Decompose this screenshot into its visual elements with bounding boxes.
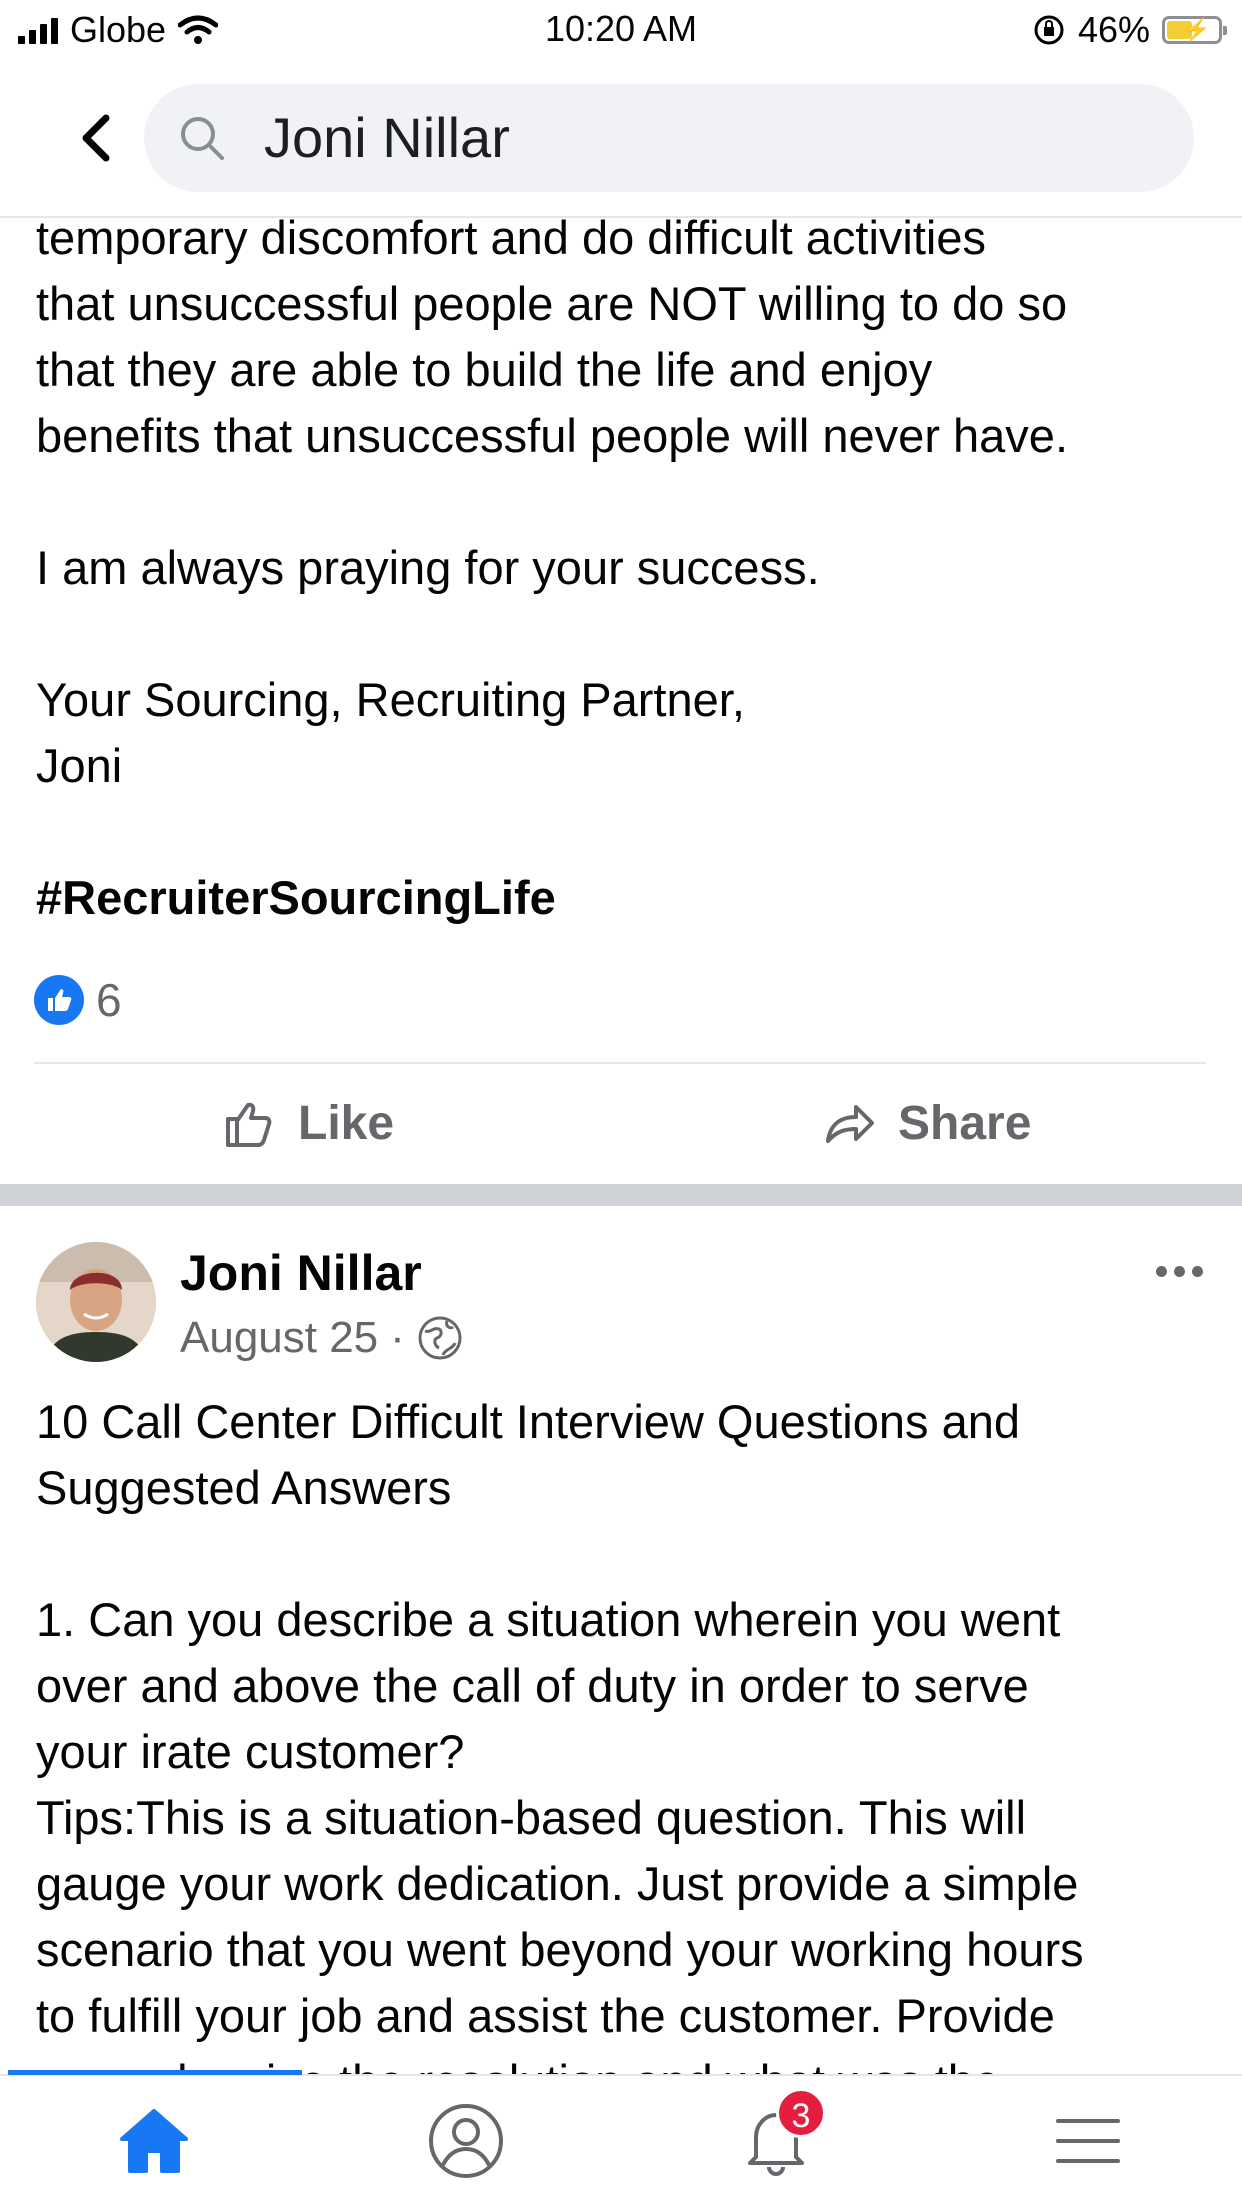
globe-icon [418, 1316, 462, 1360]
avatar[interactable] [36, 1242, 156, 1362]
share-icon [826, 1105, 874, 1143]
back-icon[interactable] [70, 108, 122, 168]
active-tab-indicator [8, 2070, 302, 2075]
post-text-line: 10 Call Center Difficult Interview Quest… [36, 1395, 1020, 1448]
share-label: Share [898, 1096, 1032, 1150]
tab-profile[interactable] [416, 2096, 516, 2186]
status-bar: Globe 10:20 AM 46% ⚡ [0, 0, 1242, 60]
thumbs-up-icon [226, 1102, 272, 1147]
battery-percent: 46% [1077, 9, 1150, 50]
tab-home[interactable] [104, 2096, 204, 2186]
post-text-line: Joni [36, 739, 123, 792]
post-separator [0, 1184, 1242, 1206]
post-meta: August 25 · [180, 1312, 463, 1364]
post-text-line: over and above the call of duty in order… [36, 1659, 1029, 1712]
like-reaction-icon [34, 975, 84, 1025]
post-date[interactable]: August 25 [180, 1313, 378, 1363]
battery-icon: ⚡ [1162, 16, 1227, 44]
orientation-lock-icon [1034, 15, 1064, 45]
tab-menu[interactable] [1038, 2096, 1138, 2186]
bottom-tab-bar: 3 [0, 2070, 1242, 2210]
post-text-line: Your Sourcing, Recruiting Partner, [36, 673, 745, 726]
meta-separator: · [390, 1313, 405, 1362]
more-options-icon[interactable] [1156, 1266, 1203, 1277]
post-text-line: 1. Can you describe a situation wherein … [36, 1593, 1061, 1646]
search-header: Joni Nillar [0, 60, 1242, 218]
like-label: Like [298, 1096, 395, 1150]
tab-notifications[interactable]: 3 [726, 2088, 826, 2186]
notification-badge: 3 [776, 2088, 826, 2138]
search-input[interactable]: Joni Nillar [144, 84, 1194, 192]
search-icon [181, 117, 224, 160]
post-text-line: to fulfill your job and assist the custo… [36, 1989, 1055, 2042]
post-text-line: that they are able to build the life and… [36, 343, 933, 396]
post-author[interactable]: Joni Nillar [180, 1244, 422, 1302]
post-text-line: that unsuccessful people are NOT willing… [36, 277, 1068, 330]
home-icon [120, 2109, 188, 2173]
post-text-line: Suggested Answers [36, 1461, 452, 1514]
hashtag-link[interactable]: #RecruiterSourcingLife [36, 865, 556, 931]
menu-icon [1056, 2119, 1120, 2163]
profile-icon [429, 2104, 503, 2178]
status-right: 46% ⚡ [1032, 8, 1227, 52]
reaction-count: 6 [96, 974, 122, 1026]
post-text-line: scenario that you went beyond your worki… [36, 1923, 1084, 1976]
post-text-line: gauge your work dedication. Just provide… [36, 1857, 1079, 1910]
post-text-line: your irate customer? [36, 1725, 465, 1778]
reaction-summary[interactable]: 6 [34, 972, 122, 1028]
search-query[interactable]: Joni Nillar [264, 84, 510, 192]
like-button[interactable]: Like [222, 1088, 394, 1158]
post-text-line: Tips:This is a situation-based question.… [36, 1791, 1027, 1844]
share-button[interactable]: Share [822, 1088, 1031, 1158]
post-text-line: benefits that unsuccessful people will n… [36, 409, 1069, 462]
divider [34, 1062, 1206, 1064]
post-text-line: I am always praying for your success. [36, 541, 820, 594]
